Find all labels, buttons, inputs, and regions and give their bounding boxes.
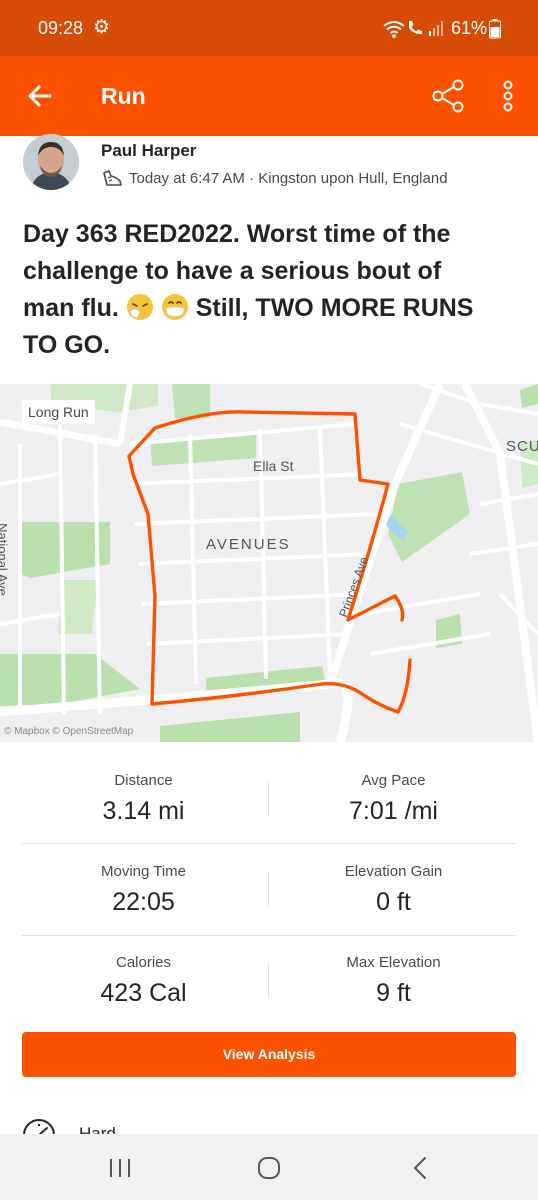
map-canvas [0, 384, 538, 742]
system-nav-bar [0, 1134, 538, 1200]
back-arrow-icon[interactable] [24, 80, 56, 112]
page-title: Run [101, 83, 146, 109]
wifi-call-icon [409, 21, 422, 35]
workout-type-tag: Long Run [22, 400, 95, 424]
stat-max-elevation: Max Elevation 9 ft [259, 934, 528, 1025]
status-bar: 09:28 ⚙ 61% [0, 0, 538, 56]
map-street-label: Ella St [253, 458, 294, 474]
stat-label: Moving Time [100, 863, 187, 880]
signal-strength-icon [429, 21, 443, 36]
stat-value: 0 ft [376, 888, 411, 916]
activity-title: Day 363 RED2022. Worst time of the chall… [23, 216, 523, 364]
stat-calories: Calories 423 Cal [9, 934, 278, 1025]
activity-date-location: Today at 6:47 AM · Kingston upon Hull, E… [129, 170, 448, 187]
app-bar: Run [0, 56, 538, 136]
status-time: 09:28 [38, 18, 84, 38]
battery-percentage: 61% [451, 18, 488, 38]
battery-icon [489, 19, 501, 39]
view-analysis-button[interactable]: View Analysis [22, 1032, 516, 1077]
wifi-icon [383, 21, 405, 38]
stat-label: Distance [114, 772, 173, 789]
avatar[interactable] [23, 134, 79, 190]
system-back-icon[interactable] [410, 1156, 432, 1180]
stat-divider [268, 964, 269, 998]
recent-apps-icon[interactable] [108, 1157, 132, 1179]
map-area-label: AVENUES [206, 536, 291, 553]
stat-value: 7:01 /mi [349, 797, 438, 825]
title-line: challenge to have a serious bout of [23, 257, 442, 285]
stat-avg-pace: Avg Pace 7:01 /mi [259, 752, 528, 843]
stat-value: 22:05 [112, 888, 175, 916]
stat-value: 423 Cal [100, 979, 187, 1007]
stat-elevation-gain: Elevation Gain 0 ft [259, 843, 528, 934]
stat-label: Elevation Gain [344, 863, 443, 880]
route-map[interactable]: Long Run Ella St AVENUES National Ave Pr… [0, 384, 538, 742]
run-shoe-icon [103, 170, 122, 186]
overflow-menu-icon[interactable] [498, 78, 518, 114]
map-edge-label: SCU [506, 438, 538, 455]
mask-face-emoji-icon [161, 294, 188, 320]
stat-value: 3.14 mi [102, 797, 185, 825]
settings-gear-icon: ⚙ [93, 17, 111, 38]
map-street-label: National Ave [0, 523, 10, 596]
title-fragment: Still, TWO MORE RUNS [195, 294, 474, 322]
stat-value: 9 ft [376, 979, 411, 1007]
sneezing-face-emoji-icon [126, 294, 153, 320]
share-icon[interactable] [430, 78, 466, 114]
athlete-name[interactable]: Paul Harper [101, 141, 196, 161]
stat-moving-time: Moving Time 22:05 [9, 843, 278, 934]
title-fragment: man flu. [23, 294, 119, 322]
title-line-mixed: man flu. Still, TWO MORE RUNS [23, 290, 523, 327]
home-icon[interactable] [257, 1156, 281, 1180]
map-attribution: © Mapbox © OpenStreetMap [4, 726, 134, 737]
stat-label: Avg Pace [361, 772, 426, 789]
stat-divider [268, 873, 269, 907]
title-line: TO GO. [23, 331, 111, 359]
stat-label: Max Elevation [346, 954, 441, 971]
stat-divider [268, 782, 269, 816]
stat-label: Calories [115, 954, 172, 971]
stat-distance: Distance 3.14 mi [9, 752, 278, 843]
title-line: Day 363 RED2022. Worst time of the [23, 220, 451, 248]
